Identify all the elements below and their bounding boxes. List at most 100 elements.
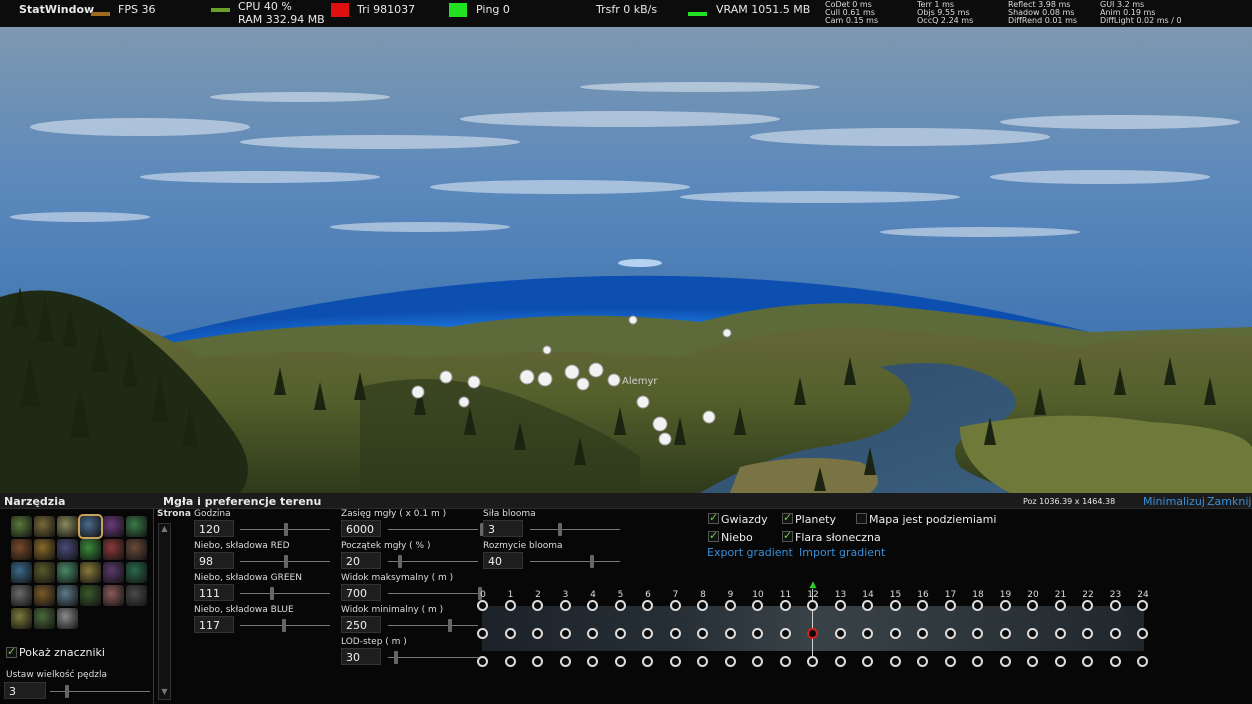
- gradient-key-bottom-8[interactable]: [697, 656, 708, 667]
- gradient-key-bottom-3[interactable]: [559, 656, 571, 667]
- scroll-down-arrow-icon[interactable]: ▼: [160, 687, 169, 699]
- fog-setting-slider-1[interactable]: [388, 555, 478, 568]
- bloom-setting-input-1[interactable]: 40: [483, 552, 523, 569]
- gradient-key-bottom-9[interactable]: [724, 656, 736, 667]
- underground-map-checkbox[interactable]: [856, 513, 867, 524]
- gradient-key-bottom-18[interactable]: [972, 656, 983, 667]
- gradient-key-top-13[interactable]: [834, 600, 846, 611]
- sun-tool-icon[interactable]: [103, 585, 124, 606]
- gradient-key-top-21[interactable]: [1054, 600, 1066, 611]
- gradient-key-top-6[interactable]: [642, 600, 653, 611]
- raise-terrain-tool-icon[interactable]: [11, 516, 32, 537]
- brush-size-input[interactable]: 3: [4, 682, 46, 699]
- planets-checkbox[interactable]: [782, 511, 793, 524]
- gradient-key-bottom-20[interactable]: [1027, 656, 1038, 667]
- paint-flowers-tool-icon[interactable]: [103, 539, 124, 560]
- gradient-key-top-22[interactable]: [1082, 600, 1093, 611]
- gradient-key-bottom-0[interactable]: [477, 656, 488, 667]
- paint-road-tool-icon[interactable]: [57, 608, 78, 629]
- lower-terrain-tool-icon[interactable]: [34, 516, 55, 537]
- fog-setting-input-0[interactable]: 6000: [341, 520, 381, 537]
- gradient-key-mid-7[interactable]: [669, 628, 681, 639]
- plant-tool-icon[interactable]: [80, 585, 101, 606]
- gradient-key-bottom-21[interactable]: [1054, 656, 1066, 667]
- gradient-key-top-4[interactable]: [587, 600, 598, 611]
- gradient-key-top-18[interactable]: [972, 600, 983, 611]
- gradient-key-bottom-11[interactable]: [779, 656, 791, 667]
- gradient-key-top-0[interactable]: [477, 600, 488, 611]
- house-tool-icon[interactable]: [57, 539, 78, 560]
- gradient-key-mid-0[interactable]: [477, 628, 488, 639]
- gradient-key-mid-4[interactable]: [587, 628, 598, 639]
- select-tool-tool-icon[interactable]: [78, 514, 103, 539]
- gradient-key-top-10[interactable]: [752, 600, 763, 611]
- gradient-key-bottom-1[interactable]: [504, 656, 516, 667]
- gradient-key-top-2[interactable]: [532, 600, 543, 611]
- gradient-key-mid-16[interactable]: [917, 628, 928, 639]
- gradient-key-bottom-19[interactable]: [999, 656, 1011, 667]
- paint-stone-tool-icon[interactable]: [80, 562, 101, 583]
- sky-setting-slider-0[interactable]: [240, 523, 330, 536]
- gradient-key-bottom-13[interactable]: [834, 656, 846, 667]
- page-scrollbar[interactable]: [158, 523, 171, 700]
- fog-setting-input-4[interactable]: 30: [341, 648, 381, 665]
- shield-tool-icon[interactable]: [11, 585, 32, 606]
- gradient-key-mid-19[interactable]: [999, 628, 1011, 639]
- gradient-key-mid-2[interactable]: [532, 628, 543, 639]
- gradient-key-mid-12[interactable]: [807, 628, 818, 639]
- gradient-key-top-15[interactable]: [889, 600, 901, 611]
- gradient-key-mid-23[interactable]: [1109, 628, 1121, 639]
- gradient-key-top-14[interactable]: [862, 600, 873, 611]
- paint-grass-tool-icon[interactable]: [103, 516, 124, 537]
- gradient-key-bottom-24[interactable]: [1137, 656, 1148, 667]
- gradient-key-bottom-6[interactable]: [642, 656, 653, 667]
- export-gradient-link[interactable]: Export gradient: [707, 546, 793, 559]
- gradient-key-mid-6[interactable]: [642, 628, 653, 639]
- brush-size-slider[interactable]: [50, 685, 150, 698]
- paint-moss-tool-icon[interactable]: [126, 585, 147, 606]
- gradient-key-top-20[interactable]: [1027, 600, 1038, 611]
- paint-wheat-tool-icon[interactable]: [34, 585, 55, 606]
- fog-setting-input-3[interactable]: 250: [341, 616, 381, 633]
- sky-setting-input-0[interactable]: 120: [194, 520, 234, 537]
- paint-dirt-tool-icon[interactable]: [126, 539, 147, 560]
- gradient-key-bottom-23[interactable]: [1109, 656, 1121, 667]
- fog-setting-slider-4[interactable]: [388, 651, 478, 664]
- terrain-viewport[interactable]: Alemyr: [0, 27, 1252, 493]
- gradient-key-top-1[interactable]: [504, 600, 516, 611]
- sun-flare-checkbox[interactable]: [782, 529, 793, 542]
- gradient-key-mid-14[interactable]: [862, 628, 873, 639]
- sky-setting-slider-3[interactable]: [240, 619, 330, 632]
- sky-setting-input-3[interactable]: 117: [194, 616, 234, 633]
- smooth-terrain-tool-icon[interactable]: [57, 516, 78, 537]
- gradient-key-mid-8[interactable]: [697, 628, 708, 639]
- fog-setting-slider-2[interactable]: [388, 587, 482, 600]
- gradient-key-mid-18[interactable]: [972, 628, 983, 639]
- gradient-key-bottom-4[interactable]: [587, 656, 598, 667]
- gradient-key-top-12[interactable]: [807, 600, 818, 611]
- gradient-key-top-8[interactable]: [697, 600, 708, 611]
- paint-water-tool-icon[interactable]: [11, 562, 32, 583]
- gradient-key-top-9[interactable]: [724, 600, 736, 611]
- bloom-setting-slider-0[interactable]: [530, 523, 620, 536]
- bloom-setting-input-0[interactable]: 3: [483, 520, 523, 537]
- gradient-key-bottom-5[interactable]: [614, 656, 626, 667]
- show-markers-checkbox[interactable]: [6, 645, 17, 658]
- scroll-up-arrow-icon[interactable]: ▲: [160, 524, 169, 536]
- gradient-key-mid-15[interactable]: [889, 628, 901, 639]
- sky-setting-input-2[interactable]: 111: [194, 584, 234, 601]
- gradient-key-mid-3[interactable]: [559, 628, 571, 639]
- gradient-key-top-7[interactable]: [669, 600, 681, 611]
- gradient-key-bottom-22[interactable]: [1082, 656, 1093, 667]
- sky-setting-input-1[interactable]: 98: [194, 552, 234, 569]
- paint-crystal-tool-icon[interactable]: [103, 562, 124, 583]
- sky-setting-slider-2[interactable]: [240, 587, 330, 600]
- paint-sand-tool-icon[interactable]: [34, 562, 55, 583]
- gradient-key-top-3[interactable]: [559, 600, 571, 611]
- gradient-key-mid-17[interactable]: [944, 628, 956, 639]
- gradient-key-mid-1[interactable]: [504, 628, 516, 639]
- npc-female-tool-icon[interactable]: [34, 539, 55, 560]
- gradient-key-bottom-14[interactable]: [862, 656, 873, 667]
- minimize-button[interactable]: Minimalizuj: [1143, 495, 1205, 508]
- gradient-key-mid-10[interactable]: [752, 628, 763, 639]
